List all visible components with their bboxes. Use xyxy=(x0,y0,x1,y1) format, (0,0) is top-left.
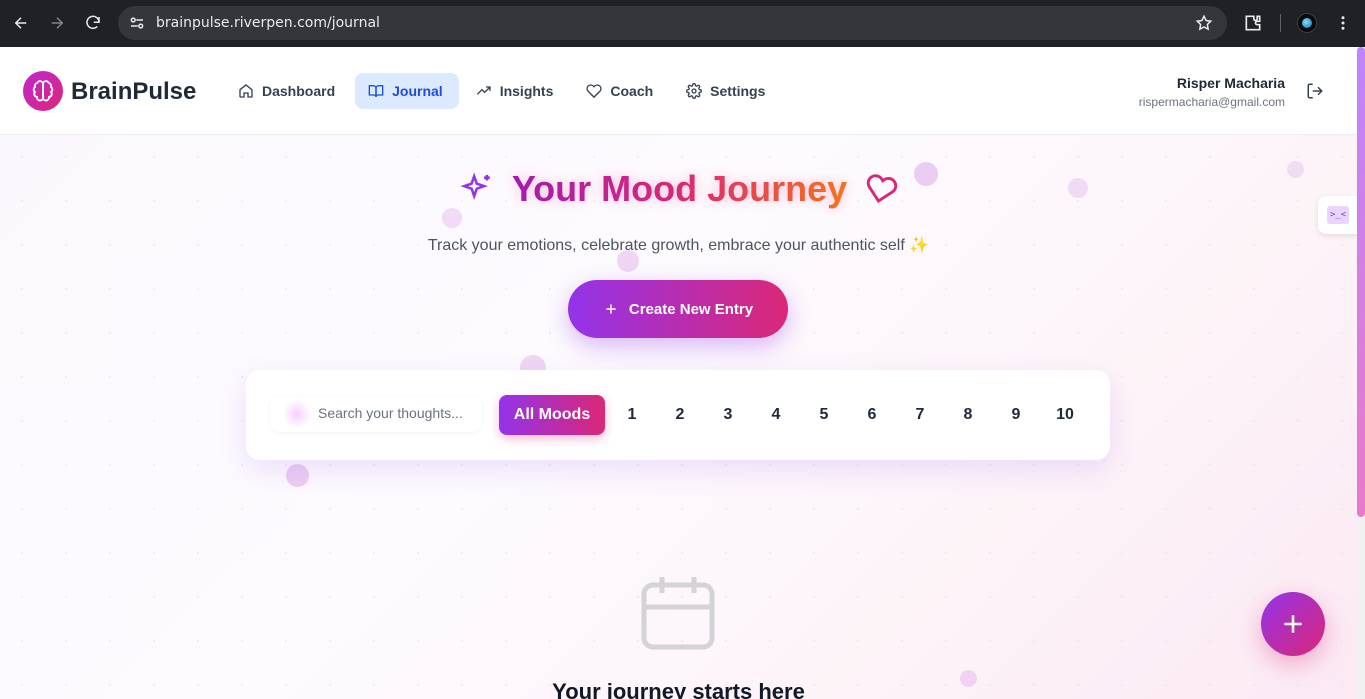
site-settings-icon[interactable] xyxy=(128,14,146,32)
gear-icon xyxy=(686,83,703,99)
calendar-icon xyxy=(641,577,715,650)
mood-filter-7[interactable]: 7 xyxy=(900,395,940,435)
hero-title-row: Your Mood Journey xyxy=(0,168,1357,210)
page-content: BrainPulse Dashboard Journal Insights Co… xyxy=(0,47,1357,699)
page-title: Your Mood Journey xyxy=(511,168,848,209)
nav-dashboard[interactable]: Dashboard xyxy=(225,73,351,109)
empty-state-title: Your journey starts here xyxy=(552,679,805,699)
back-button[interactable] xyxy=(8,10,34,36)
reload-icon xyxy=(86,15,100,30)
main-nav: Dashboard Journal Insights Coach Setting… xyxy=(225,73,781,109)
mood-filter-3[interactable]: 3 xyxy=(708,395,748,435)
extensions-icon[interactable] xyxy=(1243,13,1263,33)
mood-filter-2[interactable]: 2 xyxy=(660,395,700,435)
user-email: rispermacharia@gmail.com xyxy=(1138,95,1285,109)
url-text[interactable]: brainpulse.riverpen.com/journal xyxy=(156,15,380,31)
decor-bubble xyxy=(442,208,462,228)
search-box[interactable] xyxy=(270,396,482,432)
user-name: Risper Macharia xyxy=(1176,75,1285,91)
create-entry-label: Create New Entry xyxy=(628,300,754,318)
nav-coach[interactable]: Coach xyxy=(573,73,669,109)
book-open-icon xyxy=(368,85,384,98)
mood-filter-10[interactable]: 10 xyxy=(1045,395,1085,435)
floating-add-button[interactable] xyxy=(1261,592,1325,656)
logout-icon[interactable] xyxy=(1306,82,1324,100)
home-icon xyxy=(239,84,253,98)
page-subtitle: Track your emotions, celebrate growth, e… xyxy=(427,237,930,254)
profile-avatar[interactable] xyxy=(1297,13,1317,33)
app-header: BrainPulse Dashboard Journal Insights Co… xyxy=(0,47,1357,135)
toolbar-divider xyxy=(1280,14,1281,32)
plus-icon xyxy=(1284,615,1302,633)
more-vert-icon[interactable] xyxy=(1334,13,1352,33)
heart-icon xyxy=(586,84,602,99)
arrow-left-icon xyxy=(14,17,27,29)
nav-label: Coach xyxy=(610,83,654,99)
sparkles-icon xyxy=(460,172,490,200)
nav-journal[interactable]: Journal xyxy=(355,73,459,109)
mood-filter-8[interactable]: 8 xyxy=(948,395,988,435)
mood-filter-4[interactable]: 4 xyxy=(756,395,796,435)
brain-icon xyxy=(32,80,54,102)
filter-bar: All Moods 1 2 3 4 5 6 7 8 9 10 xyxy=(246,370,1110,460)
nav-label: Settings xyxy=(710,83,766,99)
nav-label: Insights xyxy=(499,83,554,99)
scrollbar-thumb[interactable] xyxy=(1357,47,1365,517)
decor-bubble xyxy=(286,464,309,487)
search-input[interactable] xyxy=(318,405,478,421)
mood-filter-all[interactable]: All Moods xyxy=(499,395,605,435)
nav-label: Dashboard xyxy=(262,83,336,99)
heart-icon xyxy=(866,174,898,204)
browser-toolbar: brainpulse.riverpen.com/journal xyxy=(0,0,1365,47)
brand-logo[interactable] xyxy=(23,71,63,111)
plus-icon xyxy=(606,304,616,314)
address-bar[interactable]: brainpulse.riverpen.com/journal xyxy=(118,6,1227,40)
create-entry-button[interactable]: Create New Entry xyxy=(568,280,788,338)
trending-up-icon xyxy=(476,86,491,95)
brand-name[interactable]: BrainPulse xyxy=(71,78,196,106)
mood-filter-9[interactable]: 9 xyxy=(996,395,1036,435)
mood-filter-5[interactable]: 5 xyxy=(804,395,844,435)
arrow-right-icon xyxy=(51,17,64,29)
mood-filter-1[interactable]: 1 xyxy=(612,395,652,435)
mood-filter-6[interactable]: 6 xyxy=(852,395,892,435)
forward-button[interactable] xyxy=(44,10,70,36)
search-icon xyxy=(284,398,310,430)
nav-settings[interactable]: Settings xyxy=(673,73,781,109)
nav-insights[interactable]: Insights xyxy=(463,73,570,109)
bookmark-star-icon[interactable] xyxy=(1195,14,1213,32)
reload-button[interactable] xyxy=(80,10,106,36)
nav-label: Journal xyxy=(392,83,443,99)
